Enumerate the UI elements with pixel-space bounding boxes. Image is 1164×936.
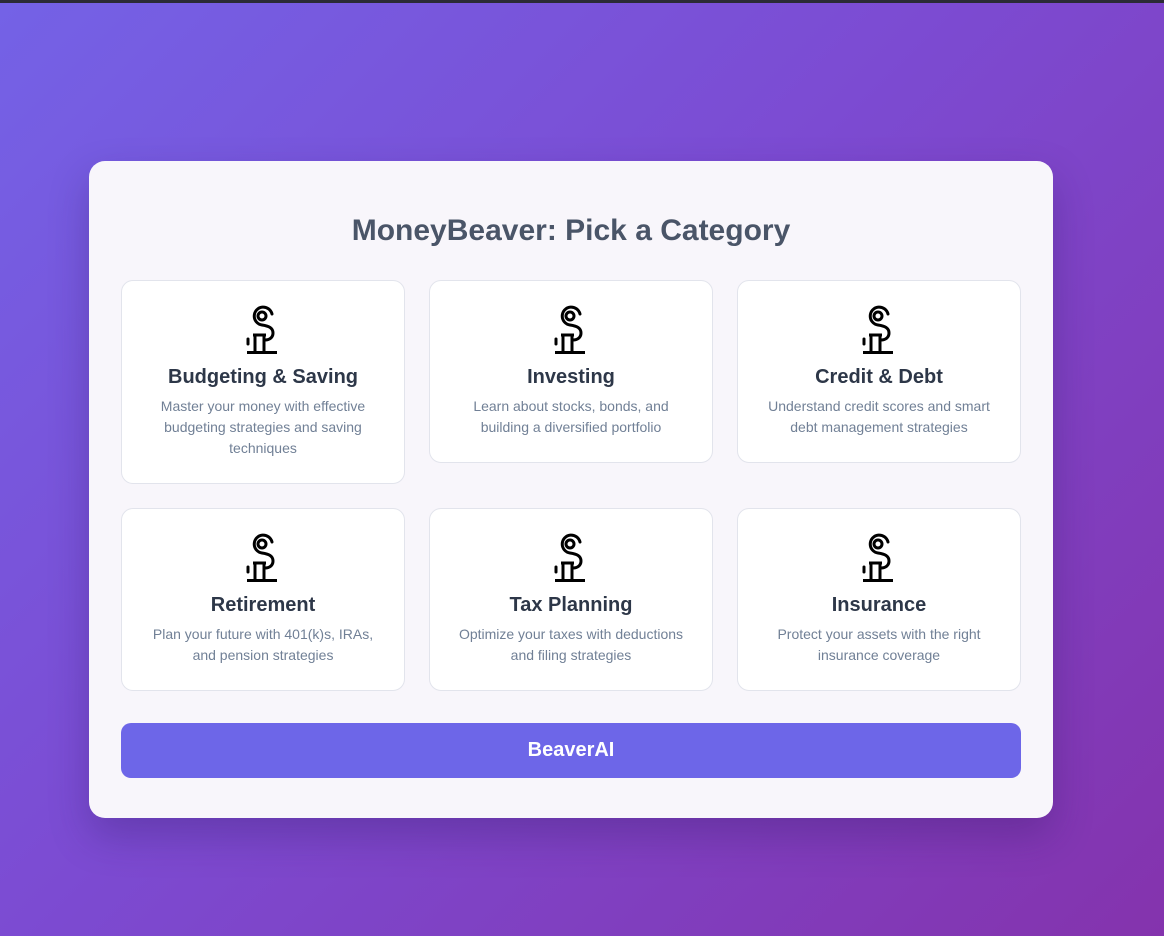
category-card-credit-debt[interactable]: Credit & Debt Understand credit scores a… (737, 280, 1021, 463)
dollar-sign-icon (246, 305, 277, 354)
category-card-investing[interactable]: Investing Learn about stocks, bonds, and… (429, 280, 713, 463)
dollar-sign-icon (554, 533, 585, 582)
card-title: Budgeting & Saving (168, 366, 358, 388)
beaverai-button[interactable]: BeaverAI (121, 723, 1021, 778)
card-description: Plan your future with 401(k)s, IRAs, and… (152, 626, 374, 663)
category-grid: Budgeting & Saving Master your money wit… (121, 280, 1021, 691)
page-title: MoneyBeaver: Pick a Category (351, 214, 791, 247)
category-card-tax-planning[interactable]: Tax Planning Optimize your taxes with de… (429, 508, 713, 691)
card-description: Protect your assets with the right insur… (777, 626, 981, 663)
dollar-sign-icon (862, 533, 893, 582)
card-title: Investing (527, 366, 615, 388)
category-panel: MoneyBeaver: Pick a Category Budgeting &… (89, 161, 1053, 818)
card-title: Insurance (831, 594, 927, 616)
card-description: Understand credit scores and smart debt … (768, 398, 990, 435)
window-top-edge (0, 0, 1164, 3)
card-description: Optimize your taxes with deductions and … (458, 626, 684, 663)
card-description: Learn about stocks, bonds, and building … (473, 398, 669, 435)
card-description: Master your money with effective budgeti… (160, 398, 366, 456)
category-card-insurance[interactable]: Insurance Protect your assets with the r… (737, 508, 1021, 691)
card-title: Credit & Debt (815, 366, 943, 388)
category-card-budgeting-saving[interactable]: Budgeting & Saving Master your money wit… (121, 280, 405, 484)
dollar-sign-icon (554, 305, 585, 354)
card-title: Tax Planning (509, 594, 633, 616)
category-card-retirement[interactable]: Retirement Plan your future with 401(k)s… (121, 508, 405, 691)
dollar-sign-icon (862, 305, 893, 354)
dollar-sign-icon (246, 533, 277, 582)
card-title: Retirement (210, 594, 316, 616)
